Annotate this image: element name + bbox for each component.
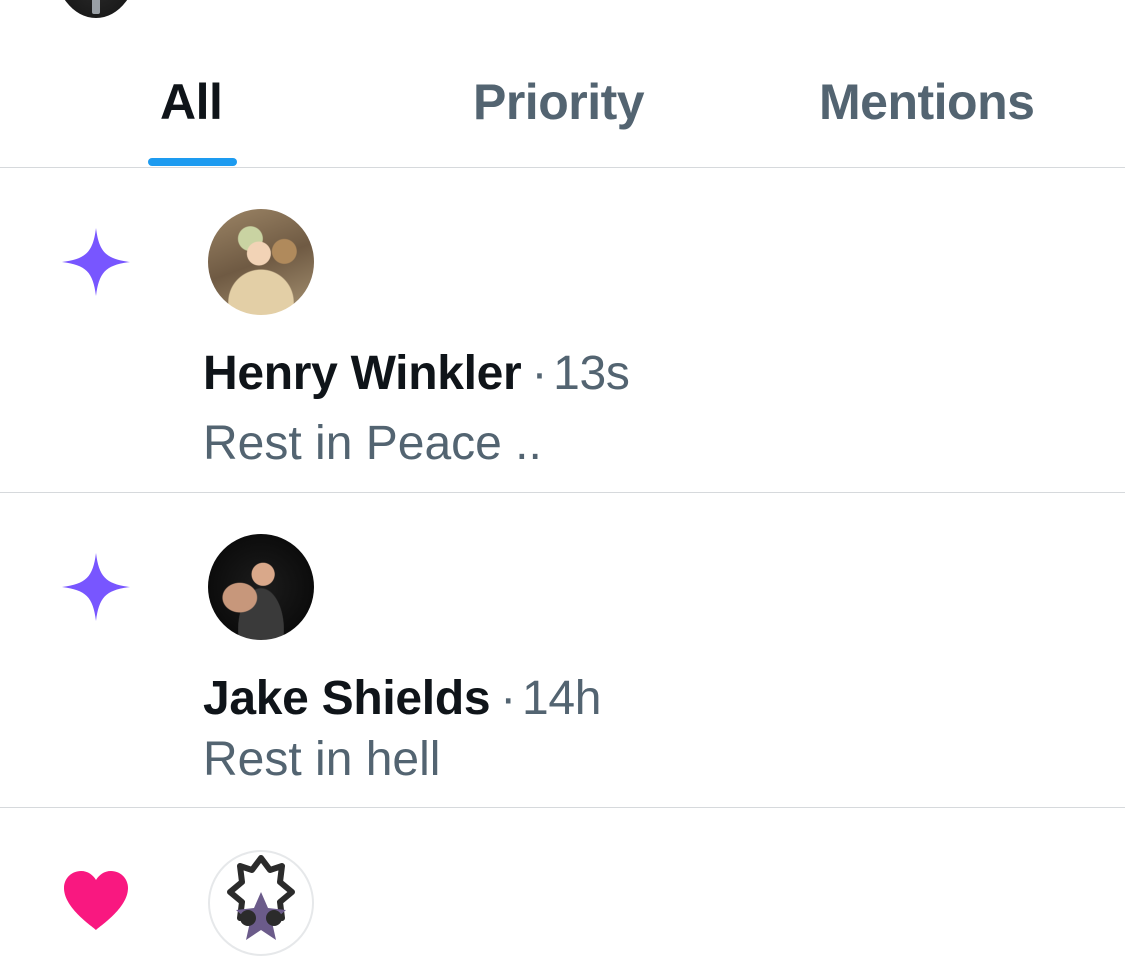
notification-item[interactable]: Henry Winkler · 13s Rest in Peace .. bbox=[0, 168, 1125, 493]
avatar[interactable] bbox=[208, 534, 314, 640]
heart-icon bbox=[62, 870, 130, 932]
separator-dot: · bbox=[500, 672, 516, 725]
notification-header: Henry Winkler · 13s bbox=[203, 345, 630, 403]
active-tab-indicator bbox=[148, 158, 237, 166]
timestamp: 13s bbox=[553, 347, 630, 400]
tab-mentions[interactable]: Mentions bbox=[819, 72, 1035, 132]
notification-header: Jake Shields · 14h bbox=[203, 670, 601, 728]
tab-priority[interactable]: Priority bbox=[473, 72, 645, 132]
sparkle-icon bbox=[60, 226, 132, 298]
notification-message: Rest in Peace .. bbox=[203, 417, 542, 470]
separator-dot: · bbox=[531, 347, 548, 400]
notification-item[interactable]: Jake Shields · 14h Rest in hell bbox=[0, 493, 1125, 808]
account-avatar[interactable] bbox=[54, 0, 138, 18]
author-name[interactable]: Henry Winkler bbox=[203, 347, 522, 400]
author-name[interactable]: Jake Shields bbox=[203, 672, 491, 725]
tab-all[interactable]: All bbox=[160, 72, 223, 132]
avatar[interactable] bbox=[208, 209, 314, 315]
notifications-tab-bar: All Priority Mentions bbox=[0, 40, 1125, 168]
sparkle-icon bbox=[60, 551, 132, 623]
avatar[interactable] bbox=[208, 850, 314, 956]
notification-message: Rest in hell bbox=[203, 733, 441, 786]
timestamp: 14h bbox=[521, 672, 602, 725]
notification-item[interactable] bbox=[0, 808, 1125, 956]
